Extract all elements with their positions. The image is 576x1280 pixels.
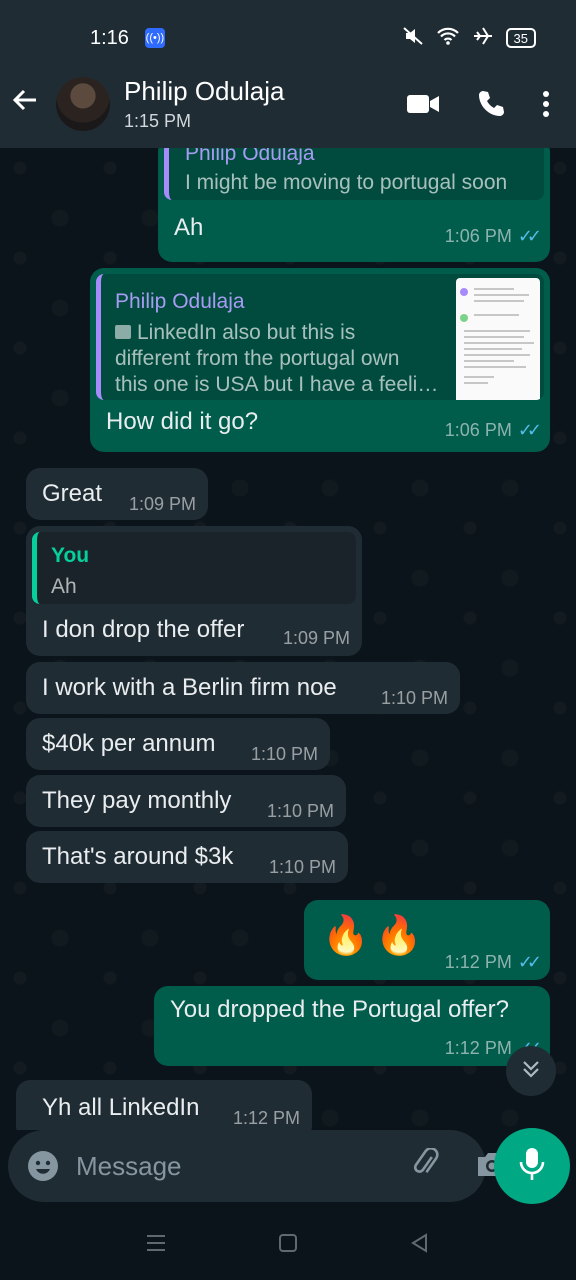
more-options-icon[interactable] (542, 90, 550, 118)
message-text: You dropped the Portugal offer? (170, 996, 509, 1023)
quoted-message[interactable]: Philip Odulaja LinkedIn also but this is… (96, 274, 544, 400)
message-bubble[interactable]: I work with a Berlin firm noe 1:10 PM (26, 662, 460, 714)
message-time: 1:10 PM (250, 744, 318, 764)
message-meta: 1:12 PM ✓✓ (444, 952, 542, 973)
status-time: 1:16 (90, 26, 129, 49)
read-ticks-icon: ✓✓ (517, 420, 542, 440)
menu-nav-icon[interactable] (145, 1233, 167, 1258)
message-text: That's around $3k (42, 843, 234, 870)
message-input[interactable] (76, 1150, 411, 1182)
quote-text: Ah (51, 575, 77, 598)
voice-record-button[interactable] (494, 1128, 570, 1204)
quote-text-line: LinkedIn also but this is (137, 321, 356, 344)
message-bubble[interactable]: They pay monthly 1:10 PM (26, 775, 346, 827)
chat-header: Philip Odulaja 1:15 PM (0, 60, 576, 148)
message-meta: 1:10 PM (269, 857, 336, 878)
message-text: Ah (174, 214, 204, 241)
message-time: 1:06 PM (444, 420, 512, 440)
quote-author: Philip Odulaja (185, 148, 315, 165)
contact-info[interactable]: Philip Odulaja 1:15 PM (124, 76, 284, 132)
contact-status: 1:15 PM (124, 111, 192, 131)
message-bubble[interactable]: Philip Odulaja LinkedIn also but this is… (90, 268, 550, 452)
hotspot-icon: ((•)) (144, 28, 165, 48)
read-ticks-icon: ✓✓ (517, 226, 542, 246)
message-bubble[interactable]: $40k per annum 1:10 PM (26, 718, 330, 770)
message-meta: 1:06 PM ✓✓ (444, 420, 542, 441)
message-time: 1:09 PM (128, 494, 196, 514)
message-meta: 1:10 PM (267, 801, 334, 822)
message-time: 1:09 PM (282, 628, 350, 648)
mute-icon (402, 26, 424, 51)
back-arrow-icon[interactable] (10, 85, 54, 123)
message-time: 1:12 PM (444, 1038, 512, 1058)
airplane-icon (472, 26, 494, 51)
attach-icon[interactable] (411, 1146, 443, 1185)
message-text: Yh all LinkedIn (42, 1094, 200, 1121)
message-bubble[interactable]: Great 1:09 PM (26, 468, 208, 520)
home-nav-icon[interactable] (277, 1232, 299, 1259)
message-bubble[interactable]: You Ah I don drop the offer 1:09 PM (26, 526, 362, 656)
quote-text-line: this one is USA but I have a feeli… (115, 373, 439, 396)
wifi-icon (436, 26, 460, 51)
message-time: 1:10 PM (380, 688, 448, 708)
message-text: 🔥🔥 (322, 915, 429, 957)
message-composer (8, 1130, 506, 1202)
quote-text: I might be moving to portugal soon (185, 171, 508, 194)
video-call-icon[interactable] (406, 92, 440, 116)
read-ticks-icon: ✓✓ (517, 952, 542, 972)
back-nav-icon[interactable] (409, 1232, 431, 1259)
message-meta: 1:10 PM (381, 688, 448, 709)
message-bubble[interactable]: Philip Odulaja I might be moving to port… (158, 148, 550, 262)
message-meta: 1:10 PM (251, 744, 318, 765)
message-bubble[interactable]: That's around $3k 1:10 PM (26, 831, 348, 883)
quoted-message[interactable]: Philip Odulaja I might be moving to port… (164, 148, 544, 200)
quoted-message[interactable]: You Ah (32, 532, 356, 604)
double-chevron-down-icon (520, 1058, 542, 1085)
message-text: $40k per annum (42, 730, 216, 757)
message-time: 1:12 PM (444, 952, 512, 972)
message-text: They pay monthly (42, 787, 232, 814)
message-time: 1:10 PM (268, 857, 336, 877)
message-meta: 1:09 PM (283, 628, 350, 649)
quote-text: LinkedIn also but this is different from… (115, 320, 455, 398)
avatar[interactable] (56, 77, 110, 131)
quote-author: You (51, 544, 90, 567)
message-text: I don drop the offer (42, 616, 245, 643)
voice-call-icon[interactable] (476, 89, 506, 119)
status-icons: 35 (402, 26, 536, 51)
battery-indicator: 35 (505, 28, 536, 48)
system-nav-bar (0, 1210, 576, 1280)
mic-icon (518, 1146, 546, 1187)
message-time: 1:10 PM (266, 801, 334, 821)
message-bubble[interactable]: You dropped the Portugal offer? 1:12 PM … (154, 986, 550, 1066)
quote-author: Philip Odulaja (115, 290, 245, 313)
scroll-to-bottom-button[interactable] (506, 1046, 556, 1096)
emoji-icon[interactable] (26, 1149, 60, 1183)
message-text: How did it go? (106, 408, 259, 435)
message-text: Great (42, 480, 103, 507)
message-meta: 1:06 PM ✓✓ (444, 226, 542, 247)
message-bubble[interactable]: Yh all LinkedIn 1:12 PM (16, 1080, 312, 1130)
chat-area[interactable]: Philip Odulaja I might be moving to port… (0, 148, 576, 1130)
quote-thumbnail (456, 278, 540, 400)
message-bubble[interactable]: 🔥🔥 1:12 PM ✓✓ (304, 900, 550, 980)
message-meta: 1:12 PM (233, 1108, 300, 1129)
message-time: 1:12 PM (232, 1108, 300, 1128)
message-time: 1:06 PM (444, 226, 512, 246)
image-icon (115, 325, 131, 339)
message-text: I work with a Berlin firm noe (42, 674, 337, 701)
quote-text-line: different from the portugal own (115, 347, 400, 370)
contact-name: Philip Odulaja (124, 76, 285, 106)
message-meta: 1:09 PM (129, 494, 196, 515)
